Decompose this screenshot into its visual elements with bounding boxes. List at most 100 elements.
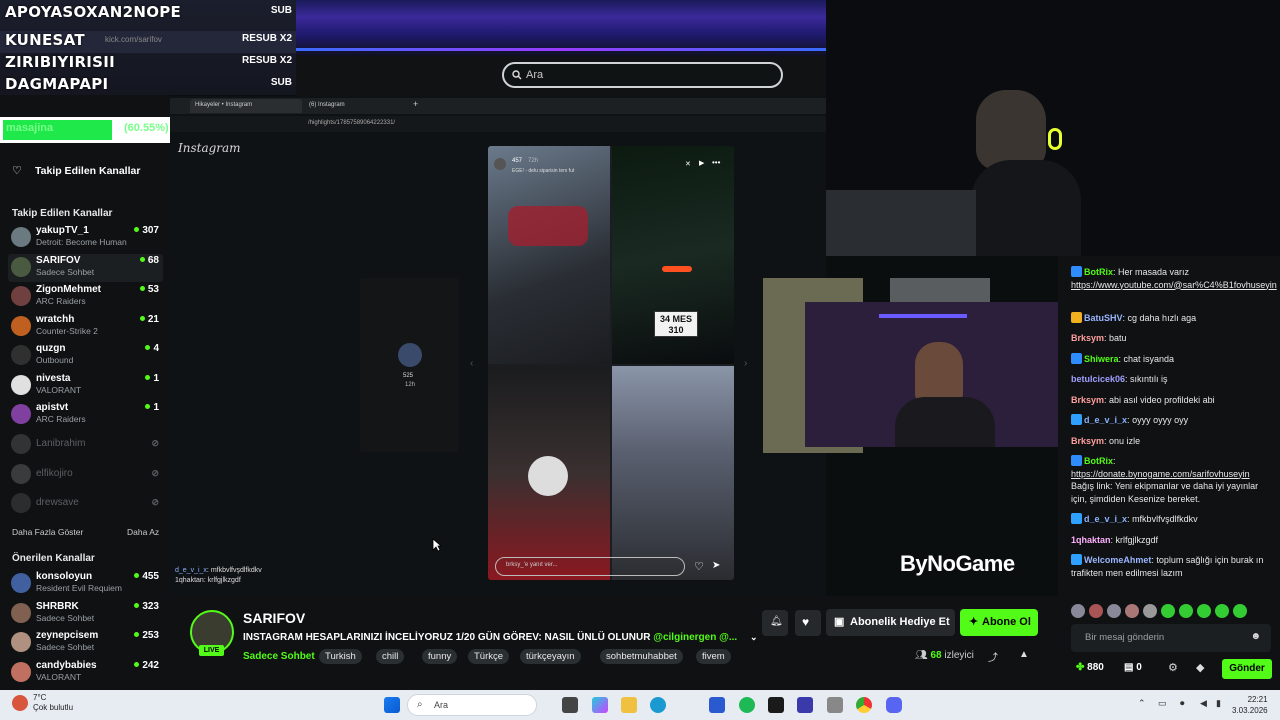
play-icon[interactable]: ▶ — [699, 159, 704, 167]
chrome-icon[interactable] — [856, 697, 872, 713]
network-icon[interactable]: ▭ — [1158, 698, 1167, 709]
weather-widget[interactable]: 7°C Çok bulutlu — [33, 693, 73, 713]
followed-channels-button[interactable]: ♡ Takip Edilen Kanallar — [12, 163, 162, 179]
follow-button[interactable]: ♥ — [795, 610, 821, 636]
emote-bar[interactable] — [1071, 604, 1271, 618]
start-icon[interactable] — [384, 697, 400, 713]
chat-input[interactable]: Bir mesaj gönderin ☻ — [1071, 624, 1271, 652]
tag-pill[interactable]: türkçeyayın — [520, 649, 581, 664]
channel-item[interactable]: ZigonMehmet ARC Raiders 53 — [8, 283, 163, 311]
channel-item[interactable]: drewsave ⊘ — [8, 490, 163, 518]
chat-username[interactable]: 1qhaktan — [1071, 535, 1111, 545]
story-viewer[interactable]: 34 MES 310 457 72h EGE! - delu siparisin… — [488, 146, 734, 580]
share-icon[interactable]: ➤ — [712, 560, 720, 571]
app-icon[interactable] — [797, 697, 813, 713]
send-button[interactable]: Gönder — [1222, 659, 1272, 679]
channel-avatar — [11, 661, 31, 682]
weather-icon[interactable] — [12, 695, 28, 711]
mic-icon[interactable]: ⏺ — [1180, 698, 1185, 709]
mute-icon[interactable]: ✕ — [685, 160, 691, 168]
channel-item[interactable]: yakupTV_1 Detroit: Become Human 307 — [8, 224, 163, 252]
gift-sub-button[interactable]: ▣ Abonelik Hediye Et — [826, 609, 955, 636]
overlay-url: kick.com/sarifov — [105, 35, 162, 44]
browser-urlbar[interactable]: /highlights/17857589064222331/ — [170, 116, 826, 132]
chat-username[interactable]: WelcomeAhmet — [1084, 555, 1151, 565]
tag-pill[interactable]: fivem — [696, 649, 731, 664]
channel-points[interactable]: ✤ 880 — [1076, 662, 1104, 673]
tag-pill[interactable]: Turkish — [319, 649, 362, 664]
kick-chat-icon[interactable]: ◆ — [1196, 661, 1204, 674]
channel-item[interactable]: wratchh Counter-Strike 2 21 — [8, 313, 163, 341]
channel-viewers: 68 — [139, 255, 159, 266]
battery-icon[interactable]: ▮ — [1216, 698, 1221, 709]
spotify-icon[interactable] — [739, 697, 755, 713]
tag-pill[interactable]: chill — [376, 649, 405, 664]
chat-username[interactable]: Shiwera — [1084, 354, 1119, 364]
chat-username[interactable]: Brksym — [1071, 395, 1104, 405]
channel-item[interactable]: quzgn Outbound 4 — [8, 342, 163, 370]
channel-item[interactable]: nivesta VALORANT 1 — [8, 372, 163, 400]
chat-link[interactable]: https://www.youtube.com/@sar%C4%B1fovhus… — [1071, 279, 1277, 292]
channel-item[interactable]: SARIFOV Sadece Sohbet 68 — [8, 253, 163, 282]
channel-item[interactable]: Lanibrahim ⊘ — [8, 431, 163, 459]
share-icon[interactable]: ⤴ — [988, 649, 998, 664]
chat-username[interactable]: BatuSHV — [1084, 313, 1123, 323]
channel-item[interactable]: apistvt ARC Raiders 1 — [8, 401, 163, 429]
emoji-icon[interactable]: ☻ — [1250, 631, 1261, 642]
chat-message: Shiwera: chat isyanda — [1071, 352, 1271, 366]
streamer-name[interactable]: SARIFOV — [243, 610, 305, 626]
show-less-link[interactable]: Daha Az — [127, 527, 159, 537]
points-icon: ✤ — [1076, 662, 1085, 673]
report-icon[interactable]: ▲ — [1019, 649, 1029, 660]
channel-item[interactable]: candybabies VALORANT 242 — [8, 659, 163, 687]
tag-pill[interactable]: Türkçe — [468, 649, 510, 664]
edge-icon[interactable] — [650, 697, 666, 713]
taskbar-search[interactable]: ⌕ Ara — [407, 694, 537, 716]
chat-username[interactable]: Brksym — [1071, 333, 1104, 343]
search-input[interactable]: Ara — [502, 62, 783, 88]
tag-pill[interactable]: sohbetmuhabbet — [600, 649, 683, 664]
chat-link[interactable]: https://donate.bynogame.com/sarifovhusey… — [1071, 468, 1271, 481]
channel-viewers: 455 — [134, 571, 159, 582]
chat-username[interactable]: Brksym — [1071, 436, 1104, 446]
followed-section-title: Takip Edilen Kanallar — [12, 208, 113, 219]
tag-pill[interactable]: funny — [422, 649, 458, 664]
story-reply-input[interactable]: brksy_'e yanıt ver... — [495, 557, 685, 576]
chat-username[interactable]: betulcicek06 — [1071, 374, 1125, 384]
volume-icon[interactable]: ◀ — [1200, 698, 1207, 709]
title-mentions[interactable]: @cilginergen @... — [653, 632, 737, 643]
rewards-count[interactable]: ▤ 0 — [1124, 662, 1142, 673]
discord-icon[interactable] — [886, 697, 902, 713]
app-icon[interactable] — [768, 697, 784, 713]
chat-username[interactable]: BotRix — [1084, 267, 1113, 277]
channel-item[interactable]: konsoloyun Resident Evil Requiem 455 — [8, 570, 163, 598]
story-preview-left[interactable]: 525 12h — [360, 278, 459, 452]
new-tab-icon[interactable]: + — [413, 99, 418, 109]
app-icon[interactable] — [827, 697, 843, 713]
chat-username[interactable]: BotRix — [1084, 456, 1113, 466]
browser-tab[interactable]: Hikayeler • Instagram — [190, 99, 302, 113]
chevron-down-icon[interactable]: ⌄ — [750, 632, 758, 642]
more-icon[interactable]: ••• — [712, 158, 720, 167]
channel-item[interactable]: zeynepcisem Sadece Sohbet 253 — [8, 629, 163, 657]
story-next-icon[interactable]: › — [744, 358, 747, 369]
file-explorer-icon[interactable] — [621, 697, 637, 713]
chat-username[interactable]: d_e_v_i_x — [1084, 514, 1127, 524]
tray-chevron-icon[interactable]: ⌃ — [1138, 698, 1146, 709]
notify-button[interactable]: 🔔︎ — [762, 610, 788, 636]
goal-label: masajina — [6, 122, 54, 134]
channel-item[interactable]: elfikojiro ⊘ — [8, 461, 163, 489]
channel-item[interactable]: SHRBRK Sadece Sohbet 323 — [8, 600, 163, 628]
like-icon[interactable]: ♡ — [694, 560, 704, 573]
mail-icon[interactable] — [709, 697, 725, 713]
subscribe-button[interactable]: ✦ Abone Ol — [960, 609, 1038, 636]
chat-username[interactable]: d_e_v_i_x — [1084, 415, 1127, 425]
browser-tab[interactable]: (6) Instagram — [304, 99, 408, 113]
gear-icon[interactable]: ⚙ — [1168, 661, 1178, 674]
show-more-link[interactable]: Daha Fazla Göster — [12, 527, 83, 537]
clock[interactable]: 22:21 3.03.2026 — [1232, 694, 1268, 716]
copilot-icon[interactable] — [592, 697, 608, 713]
stream-category[interactable]: Sadece Sohbet — [243, 651, 315, 662]
story-prev-icon[interactable]: ‹ — [470, 358, 473, 369]
task-view-icon[interactable] — [562, 697, 578, 713]
